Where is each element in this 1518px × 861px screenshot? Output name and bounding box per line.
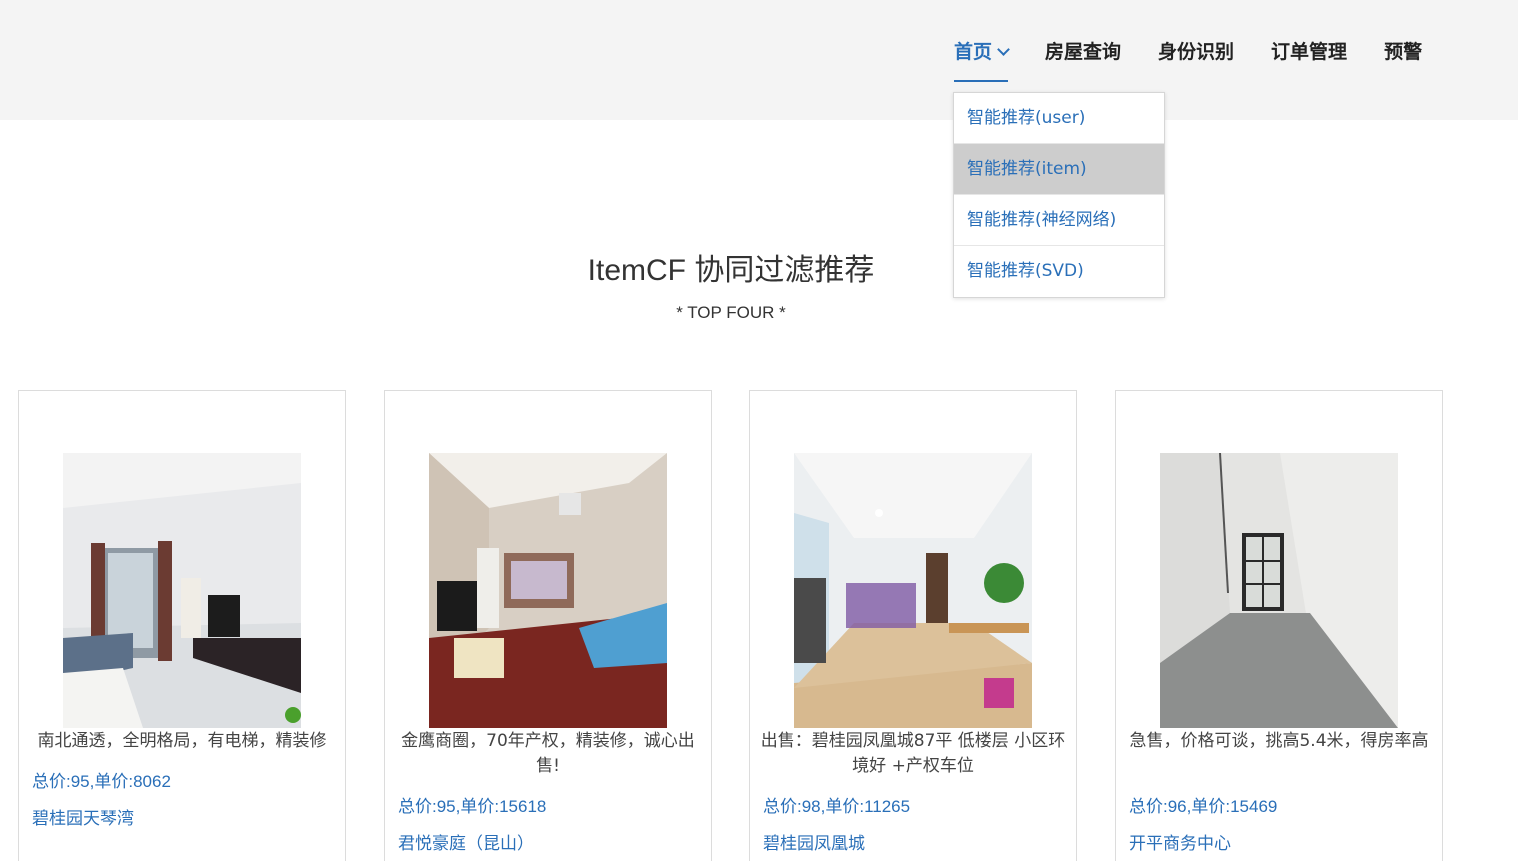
chevron-down-icon (997, 42, 1010, 56)
house-card[interactable]: 金鹰商圈，70年产权，精装修，诚心出售! 总价:95,单价:15618 君悦豪庭… (384, 390, 712, 861)
house-price: 总价:95,单价:15618 (398, 797, 547, 816)
nav-item-identity[interactable]: 身份识别 (1158, 38, 1234, 66)
nav-item-house-search[interactable]: 房屋查询 (1045, 38, 1121, 66)
house-description: 出售：碧桂园凤凰城87平 低楼层 小区环境好 +产权车位 (760, 731, 1066, 776)
community-link[interactable]: 开平商务中心 (1129, 829, 1231, 854)
community-link[interactable]: 碧桂园凤凰城 (763, 829, 865, 854)
nav-item-orders[interactable]: 订单管理 (1271, 38, 1347, 66)
page-title: ItemCF 协同过滤推荐 (587, 254, 875, 287)
nav-item-home[interactable]: 首页 (954, 38, 1010, 82)
main-nav: 首页 房屋查询 身份识别 订单管理 预警 (954, 38, 1459, 82)
menu-item-recommend-nn[interactable]: 智能推荐(神经网络) (954, 195, 1164, 246)
house-photo[interactable] (63, 453, 301, 728)
house-price: 总价:95,单价:8062 (32, 772, 171, 791)
menu-item-recommend-item[interactable]: 智能推荐(item) (954, 144, 1164, 195)
house-photo[interactable] (429, 453, 667, 728)
nav-item-alerts[interactable]: 预警 (1384, 38, 1422, 66)
menu-item-recommend-svd[interactable]: 智能推荐(SVD) (954, 246, 1164, 297)
house-price: 总价:98,单价:11265 (763, 797, 911, 816)
house-photo[interactable] (794, 453, 1032, 728)
page-subtitle: * TOP FOUR * (676, 303, 786, 322)
house-description: 南北通透，全明格局，有电梯，精装修 (37, 731, 327, 751)
house-description: 急售，价格可谈，挑高5.4米，得房率高 (1129, 731, 1429, 751)
nav-item-home-label: 首页 (954, 41, 993, 63)
community-link[interactable]: 君悦豪庭（昆山） (398, 829, 534, 854)
house-card[interactable]: 南北通透，全明格局，有电梯，精装修 总价:95,单价:8062 碧桂园天琴湾 (18, 390, 346, 861)
house-price: 总价:96,单价:15469 (1129, 797, 1278, 816)
recommend-dropdown-menu: 智能推荐(user) 智能推荐(item) 智能推荐(神经网络) 智能推荐(SV… (953, 92, 1165, 298)
community-link[interactable]: 碧桂园天琴湾 (32, 804, 134, 829)
menu-item-recommend-user[interactable]: 智能推荐(user) (954, 93, 1164, 144)
house-photo[interactable] (1160, 453, 1398, 728)
house-card[interactable]: 出售：碧桂园凤凰城87平 低楼层 小区环境好 +产权车位 总价:98,单价:11… (749, 390, 1077, 861)
house-card[interactable]: 急售，价格可谈，挑高5.4米，得房率高 总价:96,单价:15469 开平商务中… (1115, 390, 1443, 861)
house-description: 金鹰商圈，70年产权，精装修，诚心出售! (401, 731, 695, 776)
